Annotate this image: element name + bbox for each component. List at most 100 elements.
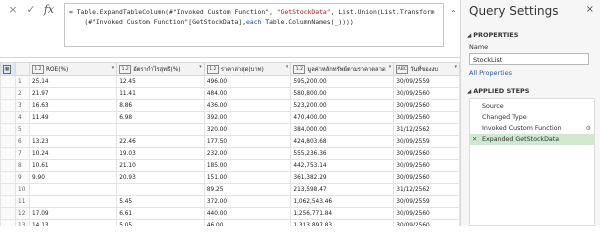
table-cell[interactable]: 470,400.00	[290, 111, 395, 124]
table-cell[interactable]: 6.98	[116, 111, 205, 124]
table-cell[interactable]: 5.45	[116, 195, 205, 208]
table-cell[interactable]: 19.03	[116, 147, 205, 160]
table-cell[interactable]: 580,800.00	[290, 87, 395, 100]
table-cell[interactable]: 10.24	[28, 147, 118, 160]
table-row[interactable]: 2 21.97 11.41 484.00 580,800.00 30/09/2560	[0, 87, 460, 100]
table-cell[interactable]: 9.90	[28, 171, 118, 184]
table-cell[interactable]: 30/09/2559	[393, 195, 460, 208]
table-cell[interactable]: 21.97	[28, 87, 118, 100]
cancel-formula-icon[interactable]: ×	[6, 3, 20, 17]
table-cell[interactable]: 361,382.29	[290, 171, 395, 184]
table-row[interactable]: 10 89.25 213,598.47 31/12/2562	[0, 183, 460, 196]
table-cell[interactable]: 320.00	[203, 123, 292, 136]
table-row[interactable]: 1 25.14 12.45 496.00 595,200.00 30/09/2559	[0, 75, 460, 88]
formula-input[interactable]: = Table.ExpandTableColumn(#"Invoked Cust…	[64, 3, 444, 47]
table-cell[interactable]: 21.10	[116, 159, 205, 172]
column-header[interactable]: 1.2 อัตรากำไรสุทธิ(%) ▾	[116, 62, 205, 76]
table-cell[interactable]: 595,200.00	[290, 75, 395, 88]
table-row[interactable]: 7 10.24 19.03 232.00 555,236.36 30/09/2560	[0, 147, 460, 160]
table-row[interactable]: 8 10.61 21.10 185.00 442,753.14 30/09/2560	[0, 159, 460, 172]
table-cell[interactable]: 1,256,771.84	[290, 207, 395, 220]
table-cell[interactable]: 424,803.68	[290, 135, 395, 148]
table-cell[interactable]: 1,062,543.46	[290, 195, 395, 208]
table-cell[interactable]: 177.50	[203, 135, 292, 148]
table-cell[interactable]: 25.14	[28, 75, 118, 88]
table-cell[interactable]: 14.13	[28, 219, 118, 226]
column-filter-dropdown-icon[interactable]: ▾	[454, 64, 457, 70]
table-cell[interactable]: 5.05	[116, 219, 205, 226]
table-row[interactable]: 4 11.49 6.98 392.00 470,400.00 30/09/2560	[0, 111, 460, 124]
table-row[interactable]: 5 320.00 384,000.00 31/12/2562	[0, 123, 460, 136]
column-type-icon[interactable]: 1.2	[31, 64, 44, 74]
table-cell[interactable]: 11.41	[116, 87, 205, 100]
column-header[interactable]: 1.2 ราคาล่าสุด(บาท) ▾	[203, 62, 292, 76]
column-filter-dropdown-icon[interactable]: ▾	[389, 64, 392, 70]
table-cell[interactable]: 30/09/2559	[393, 75, 460, 88]
table-cell[interactable]	[116, 183, 205, 196]
table-cell[interactable]: 555,236.36	[290, 147, 395, 160]
table-cell[interactable]: 151.00	[203, 171, 292, 184]
table-cell[interactable]: 384,000.00	[290, 123, 395, 136]
table-cell[interactable]: 10.61	[28, 159, 118, 172]
column-header[interactable]: ABC วันที่ของงบ ▾	[393, 62, 460, 76]
table-cell[interactable]: 31/12/2562	[393, 183, 460, 196]
table-cell[interactable]: 30/09/2560	[393, 111, 460, 124]
column-type-icon[interactable]: 1.2	[293, 65, 306, 74]
step-changed-type[interactable]: Changed Type	[470, 112, 594, 123]
table-cell[interactable]: 30/09/2560	[393, 147, 460, 160]
close-icon[interactable]: ×	[586, 4, 594, 15]
table-cell[interactable]	[116, 123, 205, 136]
table-cell[interactable]: 30/09/2560	[393, 159, 460, 172]
table-cell[interactable]: 30/09/2560	[393, 219, 460, 226]
table-cell[interactable]: 523,200.00	[290, 99, 395, 112]
column-filter-dropdown-icon[interactable]: ▾	[199, 64, 202, 70]
properties-heading[interactable]: ◢ PROPERTIES	[467, 31, 518, 39]
table-cell[interactable]	[28, 183, 118, 196]
table-row[interactable]: 6 13.23 22.46 177.50 424,803.68 30/09/2559	[0, 135, 460, 148]
table-cell[interactable]: 20.93	[116, 171, 205, 184]
applied-steps-heading[interactable]: ◢ APPLIED STEPS	[467, 87, 529, 95]
table-cell[interactable]: 1,313,897.83	[290, 219, 395, 226]
table-cell[interactable]: 30/09/2559	[393, 135, 460, 148]
column-filter-dropdown-icon[interactable]: ▾	[286, 64, 289, 70]
table-cell[interactable]: 232.00	[203, 147, 292, 160]
table-row[interactable]: 13 14.13 5.05 46.00 1,313,897.83 30/09/2560	[0, 219, 460, 226]
table-cell[interactable]: 12.45	[116, 75, 205, 88]
query-name-input[interactable]: StockList	[469, 53, 589, 65]
confirm-formula-icon[interactable]: ✓	[24, 3, 38, 17]
column-filter-dropdown-icon[interactable]: ▾	[112, 65, 115, 71]
column-type-icon[interactable]: 1.2	[119, 65, 132, 74]
table-cell[interactable]: 22.46	[116, 135, 205, 148]
table-cell[interactable]: 16.63	[28, 99, 118, 112]
table-cell[interactable]: 30/09/2560	[393, 87, 460, 100]
table-cell[interactable]: 13.23	[28, 135, 118, 148]
table-row[interactable]: 12 17.09 6.61 440.00 1,256,771.84 30/09/2560	[0, 207, 460, 220]
column-type-icon[interactable]: 1.2	[206, 65, 219, 74]
collapse-formula-icon[interactable]: ⌃	[450, 9, 457, 18]
table-cell[interactable]: 372.00	[203, 195, 292, 208]
column-header[interactable]: 1.2 มูลค่าหลักทรัพย์ตามราคาตลาด ▾	[290, 62, 395, 76]
table-cell[interactable]: 31/12/2562	[393, 123, 460, 136]
table-menu-button[interactable]: ▦	[0, 62, 16, 76]
table-row[interactable]: 9 9.90 20.93 151.00 361,382.29 30/09/2560	[0, 171, 460, 184]
table-cell[interactable]	[28, 123, 118, 136]
table-cell[interactable]: 11.49	[28, 111, 118, 124]
all-properties-link[interactable]: All Properties	[469, 69, 512, 77]
table-cell[interactable]	[28, 195, 118, 208]
step-source[interactable]: Source	[470, 101, 594, 112]
table-cell[interactable]: 484.00	[203, 87, 292, 100]
table-cell[interactable]: 440.00	[203, 207, 292, 220]
column-header[interactable]: 1.2 ROE(%) ▾	[28, 62, 118, 76]
table-row[interactable]: 11 5.45 372.00 1,062,543.46 30/09/2559	[0, 195, 460, 208]
table-cell[interactable]: 213,598.47	[290, 183, 395, 196]
step-invoked-custom-function[interactable]: Invoked Custom Function ⚙	[470, 123, 594, 134]
table-cell[interactable]: 46.00	[203, 219, 292, 226]
table-cell[interactable]: 89.25	[203, 183, 292, 196]
step-expanded-getstockdata[interactable]: ✕ Expanded GetStockData	[470, 134, 594, 145]
table-cell[interactable]: 442,753.14	[290, 159, 395, 172]
table-cell[interactable]: 392.00	[203, 111, 292, 124]
table-cell[interactable]: 17.09	[28, 207, 118, 220]
delete-step-icon[interactable]: ✕	[472, 134, 477, 145]
column-type-icon[interactable]: ABC	[396, 65, 409, 74]
table-cell[interactable]: 436.00	[203, 99, 292, 112]
